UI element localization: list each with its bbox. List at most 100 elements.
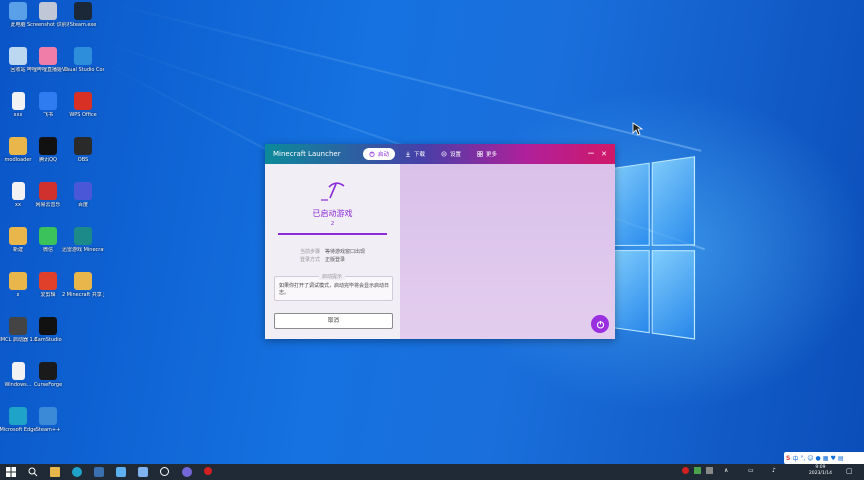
tab-label: 下载	[414, 152, 426, 158]
app-icon	[39, 2, 57, 20]
progress-fill	[278, 233, 387, 235]
file-explorer-icon[interactable]	[50, 467, 60, 477]
punctuation-icon[interactable]: °,	[800, 455, 805, 462]
store-icon[interactable]	[116, 467, 126, 477]
desktop-icon[interactable]: OBS	[62, 137, 104, 163]
desktop-icon[interactable]: Steam++	[27, 407, 69, 433]
tab-launch[interactable]: 启动	[363, 148, 396, 160]
download-icon	[405, 151, 411, 157]
info-value: 等待游戏窗口出现	[325, 249, 366, 255]
taskbar: ∧ ▭ ♪ 9:09 2023/1/14 ▢	[0, 464, 864, 480]
desktop-icon[interactable]: Steam.exe	[62, 2, 104, 28]
wps-icon	[74, 92, 92, 110]
desktop-icon[interactable]: 迅雷游戏 Minecraft	[62, 227, 104, 253]
desktop-icon[interactable]: 百度	[62, 182, 104, 208]
folder-icon	[9, 137, 27, 155]
launcher-taskbar-icon[interactable]	[138, 467, 148, 477]
launch-count: 2	[330, 221, 335, 227]
curseforge-icon	[39, 362, 57, 380]
grid-icon	[477, 151, 483, 157]
launch-status-title: 已启动游戏	[312, 209, 353, 218]
vscode-icon	[74, 47, 92, 65]
emoji-icon[interactable]: ☺	[807, 455, 813, 462]
computer-icon	[9, 2, 27, 20]
steam-icon	[74, 2, 92, 20]
desktop-icon-label: WPS Office	[69, 112, 97, 118]
desktop-icon[interactable]: WPS Office	[62, 92, 104, 118]
desktop-icon-label: 百度	[77, 202, 88, 208]
launch-tip-box: 启动提示 如果你打开了调试模式，启动完毕将会显示启动日志。	[274, 273, 393, 301]
info-value: 正版登录	[325, 257, 346, 263]
feishu-icon	[39, 92, 57, 110]
desktop-icon-label: 2 Minecraft 共享 Java	[62, 292, 104, 298]
tab-download[interactable]: 下载	[399, 148, 431, 160]
tray-app-icon[interactable]	[694, 467, 701, 474]
launch-status-panel: 已启动游戏 2 当前步骤 等待游戏窗口出现 登录方式 正版登录 启动提示 如果你…	[265, 164, 400, 339]
keyboard-icon[interactable]: ▦	[823, 455, 829, 462]
cancel-button[interactable]: 取消	[274, 313, 393, 329]
start-button[interactable]	[6, 467, 16, 477]
desktop-icon[interactable]: CurseForge	[27, 362, 69, 388]
ime-mode[interactable]: 中	[792, 454, 798, 463]
steampp-icon	[39, 407, 57, 425]
tab-label: 更多	[486, 152, 498, 158]
sogou-icon: S	[786, 454, 791, 462]
wechat-icon	[39, 227, 57, 245]
desktop-icon[interactable]: CamStudio	[27, 317, 69, 343]
tab-label: 设置	[450, 152, 462, 158]
skin-icon[interactable]: ♥	[830, 455, 835, 462]
launcher-window: Minecraft Launcher 启动 下载 设置 更多 − ✕ 已启动游戏…	[265, 144, 615, 339]
document-icon	[11, 92, 25, 110]
task-view-icon[interactable]	[94, 467, 104, 477]
window-title: Minecraft Launcher	[273, 150, 341, 158]
qq-icon	[39, 137, 57, 155]
pickaxe-icon	[321, 182, 345, 201]
desktop-icon-label: Steam.exe	[69, 22, 97, 28]
minimize-button[interactable]: −	[585, 148, 597, 160]
windows-logo-wallpaper	[612, 156, 696, 342]
settings-icon	[441, 151, 447, 157]
chevron-up-icon[interactable]: ∧	[724, 467, 734, 477]
light-ray	[99, 0, 702, 152]
nav-tabs: 启动 下载 设置 更多	[363, 148, 503, 160]
tab-more[interactable]: 更多	[471, 148, 503, 160]
mic-icon[interactable]: ●	[816, 455, 821, 462]
tab-label: 启动	[378, 152, 390, 158]
launch-progress-bar	[278, 233, 387, 235]
baidu-icon	[74, 182, 92, 200]
desktop-icon-label: Steam++	[35, 427, 61, 433]
desktop-icon-label: OBS	[77, 157, 89, 163]
info-key: 当前步骤	[299, 249, 320, 255]
volume-icon[interactable]: ♪	[772, 467, 782, 477]
toolbox-icon[interactable]: ▤	[838, 455, 844, 462]
title-bar[interactable]: Minecraft Launcher 启动 下载 设置 更多 − ✕	[265, 144, 615, 164]
close-button[interactable]: ✕	[598, 148, 610, 160]
tray-app-icon[interactable]	[706, 467, 713, 474]
taskbar-clock[interactable]: 9:09 2023/1/14	[809, 465, 832, 477]
record-icon[interactable]	[204, 467, 212, 475]
search-icon[interactable]	[28, 467, 38, 477]
tray-record-icon[interactable]	[682, 467, 689, 474]
app-icon[interactable]	[182, 467, 192, 477]
desktop-icon[interactable]: Visual Studio Code	[62, 47, 104, 73]
notification-icon[interactable]: ▢	[846, 467, 856, 477]
power-icon	[369, 151, 375, 157]
obs-icon[interactable]	[160, 467, 169, 476]
edge-icon[interactable]	[72, 467, 82, 477]
tip-caption: 启动提示	[319, 273, 346, 280]
tab-settings[interactable]: 设置	[435, 148, 467, 160]
netease-music-icon	[39, 182, 57, 200]
folder-icon	[74, 272, 92, 290]
folder-icon	[9, 272, 27, 290]
hmcl-icon	[9, 317, 27, 335]
launch-button[interactable]	[591, 315, 609, 333]
edge-icon	[9, 407, 27, 425]
ime-toolbar[interactable]: S 中 °, ☺ ● ▦ ♥ ▤	[784, 452, 864, 464]
bilibili-icon	[39, 47, 57, 65]
desktop-icon[interactable]: 2 Minecraft 共享 Java	[62, 272, 104, 298]
network-icon[interactable]: ▭	[748, 467, 758, 477]
editor-icon	[39, 272, 57, 290]
mouse-cursor-icon	[632, 122, 644, 136]
power-icon	[596, 320, 604, 329]
recycle-bin-icon	[9, 47, 27, 65]
